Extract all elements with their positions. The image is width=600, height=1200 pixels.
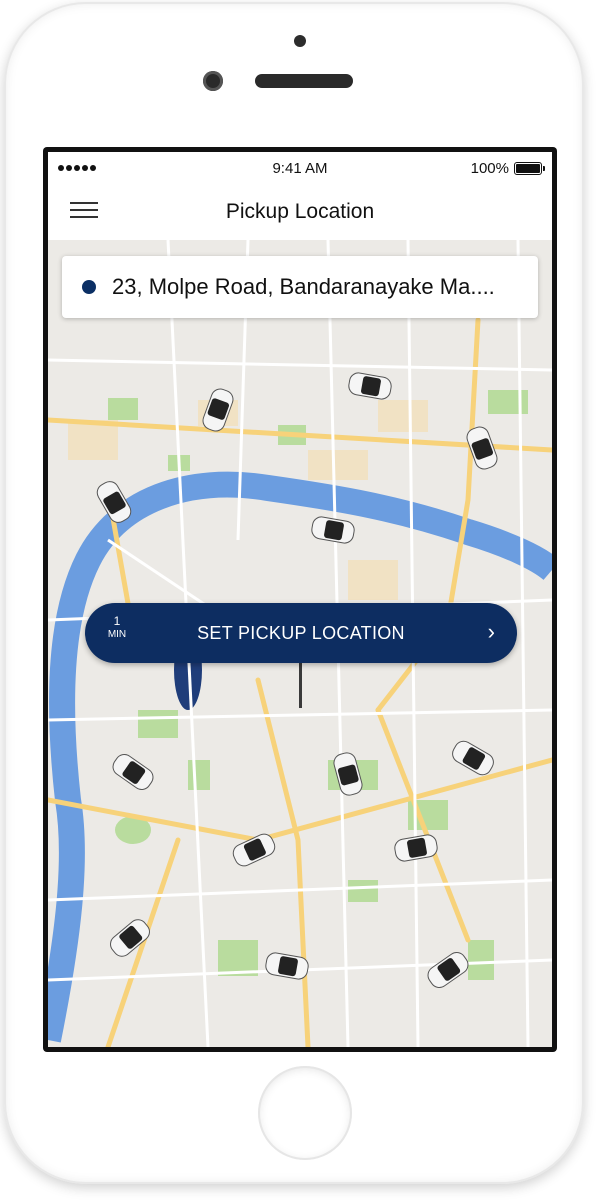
car-icon [110,919,150,957]
pickup-address-text: 23, Molpe Road, Bandaranayake Ma.... [112,274,495,299]
car-icon [348,372,392,400]
set-pickup-location-button[interactable]: 1 MIN SET PICKUP LOCATION › [85,603,517,663]
earpiece-speaker [255,74,353,88]
car-icon [333,752,363,796]
car-icon [112,753,154,791]
proximity-sensor [294,35,306,47]
major-road [255,677,311,1047]
battery-icon [514,161,545,175]
car-markers [96,372,498,989]
minor-road [516,240,530,1047]
car-icon [394,834,438,862]
navigation-bar: Pickup Location [48,184,552,240]
pickup-address-field[interactable]: 23, Molpe Road, Bandaranayake Ma.... [62,256,538,318]
car-icon [311,516,355,544]
chevron-right-icon: › [487,619,495,644]
pickup-pin [299,656,302,708]
status-time: 9:41 AM [272,160,328,177]
set-pickup-label: SET PICKUP LOCATION [197,623,405,643]
park-area [348,880,378,902]
building-block [378,400,428,432]
map-view[interactable]: 23, Molpe Road, Bandaranayake Ma.... 1 M… [48,240,552,1047]
park-area [468,940,494,980]
home-button[interactable] [258,1066,352,1160]
car-icon [452,740,494,776]
location-dot-icon [82,280,96,294]
major-road [375,707,471,943]
car-icon [427,951,469,989]
minor-road [48,708,552,722]
status-bar: 9:41 AM 100% [48,152,552,184]
front-camera [203,71,223,91]
building-block [348,560,398,600]
building-block [308,450,368,480]
page-title: Pickup Location [225,200,375,223]
park-area [188,760,210,790]
park-area [488,390,528,414]
park-area [138,710,178,738]
park-area [108,398,138,420]
app-screen: 9:41 AM 100% Pickup Location 23, Molpe R… [48,152,552,1047]
